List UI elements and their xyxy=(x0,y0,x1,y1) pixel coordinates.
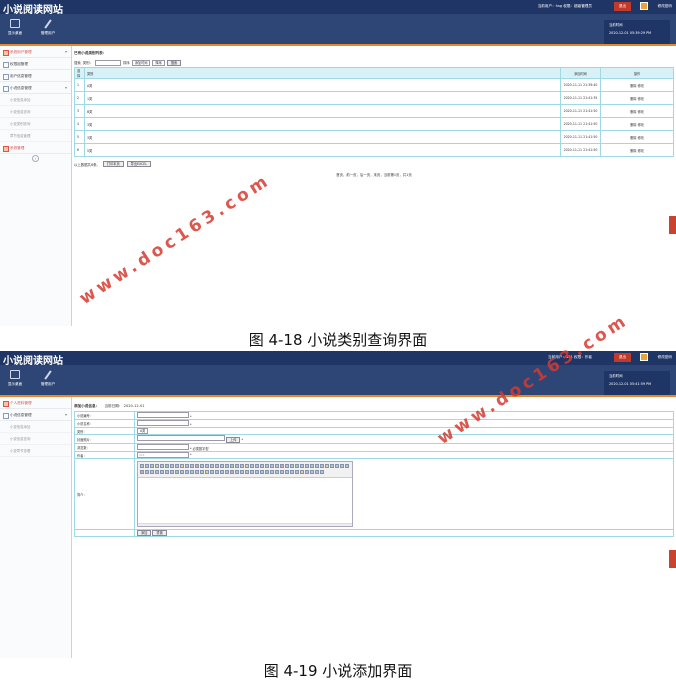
sidebar-item-user-info[interactable]: 用户信息管理 xyxy=(0,70,71,82)
screenshot-novel-add: 小说阅读网站 当前用户：111 权限：作者 退出 修改密码 显示桌面 管理用户 … xyxy=(0,351,676,658)
user-info: 当前用户：hsg 权限：超级管理员 xyxy=(537,4,592,8)
logout-button[interactable]: 退出 xyxy=(614,353,631,362)
sidebar-collapse[interactable]: ‹ xyxy=(0,154,71,164)
row-actions[interactable]: 删除 修改 xyxy=(600,91,674,105)
sidebar-item-system[interactable]: 系统管理 xyxy=(0,142,71,154)
monitor-icon xyxy=(10,19,20,28)
nav-bar: 显示桌面 管理用户 当前时间 2020-12-01 05:39:29 PM xyxy=(0,14,676,44)
category-select[interactable]: A类 xyxy=(137,428,149,434)
figure-caption-2: 图 4-19 小说添加界面 xyxy=(263,662,413,680)
form-row-actions: 添加 重置 xyxy=(74,529,674,537)
form-row-author: 作者： 111 * xyxy=(74,451,674,459)
table-row: 2 1类 2020-11-11 21:41:35 删除 修改 xyxy=(74,91,674,105)
change-password-link[interactable]: 修改密码 xyxy=(658,355,672,360)
side-float-badge[interactable] xyxy=(669,216,676,234)
table-row: 4 3类 2020-11-11 21:41:50 删除 修改 xyxy=(74,117,674,131)
sidebar-sub-novel-add[interactable]: 小说信息添加 xyxy=(0,421,71,433)
sidebar-sub-novel-query[interactable]: 小说信息查询 xyxy=(0,433,71,445)
side-float-badge[interactable] xyxy=(669,550,676,568)
form-row-views: 浏览数： * 必需数字型 xyxy=(74,443,674,452)
sidebar-item-profile[interactable]: 个人资料管理 xyxy=(0,397,71,409)
row-actions[interactable]: 删除 修改 xyxy=(600,104,674,118)
editor-resize-bar[interactable] xyxy=(138,523,352,526)
table-header: 选择 类别 添加时间 操作 xyxy=(74,67,674,79)
table-row: 6 5类 2020-11-11 21:41:50 删除 修改 xyxy=(74,143,674,157)
export-excel-button[interactable]: 导出EXCEL xyxy=(126,161,152,167)
rich-text-editor[interactable] xyxy=(137,461,353,527)
form-row-cover: 封面照片： 上传 * xyxy=(74,434,674,444)
views-hint: 必需数字型 xyxy=(192,447,209,451)
sidebar-sub-category-query[interactable]: 小说类别查询 xyxy=(0,118,71,130)
show-desktop-button[interactable]: 显示桌面 xyxy=(1,370,29,387)
section-title: 添加小说信息： 当前日期： 2020-12-01 xyxy=(74,404,145,408)
main-content: 已有小说类别列表： 搜索 类别： 排序 添加时间 降序 搜索 选择 类别 添加时… xyxy=(74,49,674,177)
pagination[interactable]: 首页，前一页，后一页，末页，当前第1页，共1页 xyxy=(74,172,674,177)
table-row: 5 3类 2020-11-11 21:41:50 删除 修改 xyxy=(74,130,674,144)
change-password-link[interactable]: 修改密码 xyxy=(658,4,672,9)
category-search-input[interactable] xyxy=(94,59,121,66)
editor-toolbar[interactable] xyxy=(138,462,352,478)
row-actions[interactable]: 删除 修改 xyxy=(600,130,674,144)
novel-name-input[interactable] xyxy=(137,420,189,426)
password-icon[interactable] xyxy=(640,2,648,10)
show-desktop-button[interactable]: 显示桌面 xyxy=(1,19,29,36)
nav-bar: 显示桌面 管理用户 当前时间 2020-12-01 05:41:59 PM xyxy=(0,365,676,395)
sidebar-sub-novel-add[interactable]: 小说信息添加 xyxy=(0,94,71,106)
logout-button[interactable]: 退出 xyxy=(614,2,631,11)
form-row-category: 类别： A类 xyxy=(74,427,674,435)
current-date: 2020-12-01 xyxy=(123,404,145,408)
time-box: 当前时间 2020-12-01 05:39:29 PM xyxy=(604,20,670,44)
total-text: 以上数据共6条。 xyxy=(74,162,100,167)
sidebar-sub-chapter-manage[interactable]: 章节信息管理 xyxy=(0,130,71,142)
pencil-icon xyxy=(43,19,53,28)
pencil-icon xyxy=(43,370,53,379)
table-footer: 以上数据共6条。 打印本页 导出EXCEL xyxy=(74,159,674,169)
monitor-icon xyxy=(10,370,20,379)
orange-divider xyxy=(0,395,676,397)
print-button[interactable]: 打印本页 xyxy=(102,161,124,167)
table-row: 3 B类 2020-11-11 21:41:50 删除 修改 xyxy=(74,104,674,118)
submit-button[interactable]: 添加 xyxy=(137,530,152,536)
sidebar: 系统用户管理 权限组管理 用户信息管理 小说信息管理 小说信息添加 小说信息查询… xyxy=(0,46,72,326)
time-box: 当前时间 2020-12-01 05:41:59 PM xyxy=(604,371,670,395)
cover-photo-input[interactable] xyxy=(137,435,225,441)
category-table: 选择 类别 添加时间 操作 1 A类 2020-11-11 21:39:40 删除 修… xyxy=(74,67,674,157)
row-actions[interactable]: 删除 修改 xyxy=(600,117,674,131)
novel-id-input[interactable] xyxy=(137,412,189,418)
novel-add-form: 小说编号： * 小说名称： * 类别： A类 封面照片： 上传 * 浏览数： * … xyxy=(74,411,674,537)
manage-users-button[interactable]: 管理用户 xyxy=(34,19,62,36)
top-bar: 小说阅读网站 当前用户：hsg 权限：超级管理员 退出 修改密码 xyxy=(0,0,676,16)
manage-users-button[interactable]: 管理用户 xyxy=(34,370,62,387)
sidebar-item-novel-info[interactable]: 小说信息管理 xyxy=(0,409,71,421)
views-input[interactable] xyxy=(137,444,189,450)
orange-divider xyxy=(0,44,676,46)
sidebar-sub-novel-query[interactable]: 小说信息查询 xyxy=(0,106,71,118)
sidebar-item-system-users[interactable]: 系统用户管理 xyxy=(0,46,71,58)
sidebar: 个人资料管理 小说信息管理 小说信息添加 小说信息查询 小说章节查看 xyxy=(0,397,72,658)
form-row-novel-name: 小说名称： * xyxy=(74,419,674,428)
sort-field-select[interactable]: 添加时间 xyxy=(131,59,151,66)
form-row-novel-id: 小说编号： * xyxy=(74,411,674,420)
form-row-intro: 简介： xyxy=(74,458,674,530)
password-icon[interactable] xyxy=(640,353,648,361)
reset-button[interactable]: 重置 xyxy=(152,530,167,536)
author-input[interactable]: 111 xyxy=(137,452,189,458)
collapse-icon: ‹ xyxy=(32,155,39,162)
time-value: 2020-12-01 05:41:59 PM xyxy=(609,382,652,386)
time-value: 2020-12-01 05:39:29 PM xyxy=(609,31,652,35)
upload-button[interactable]: 上传 xyxy=(226,437,241,443)
sidebar-item-novel-info[interactable]: 小说信息管理 xyxy=(0,82,71,94)
sidebar-item-permission-groups[interactable]: 权限组管理 xyxy=(0,58,71,70)
main-content: 添加小说信息： 当前日期： 2020-12-01 小说编号： * 小说名称： *… xyxy=(74,402,674,537)
section-title: 已有小说类别列表： xyxy=(74,51,107,55)
sort-order-select[interactable]: 降序 xyxy=(152,59,165,66)
row-actions[interactable]: 删除 修改 xyxy=(600,143,674,157)
search-bar: 搜索 类别： 排序 添加时间 降序 搜索 xyxy=(74,58,674,67)
table-row: 1 A类 2020-11-11 21:39:40 删除 修改 xyxy=(74,78,674,92)
search-button[interactable]: 搜索 xyxy=(166,59,182,66)
row-actions[interactable]: 删除 修改 xyxy=(600,78,674,92)
sidebar-sub-chapter-view[interactable]: 小说章节查看 xyxy=(0,445,71,457)
